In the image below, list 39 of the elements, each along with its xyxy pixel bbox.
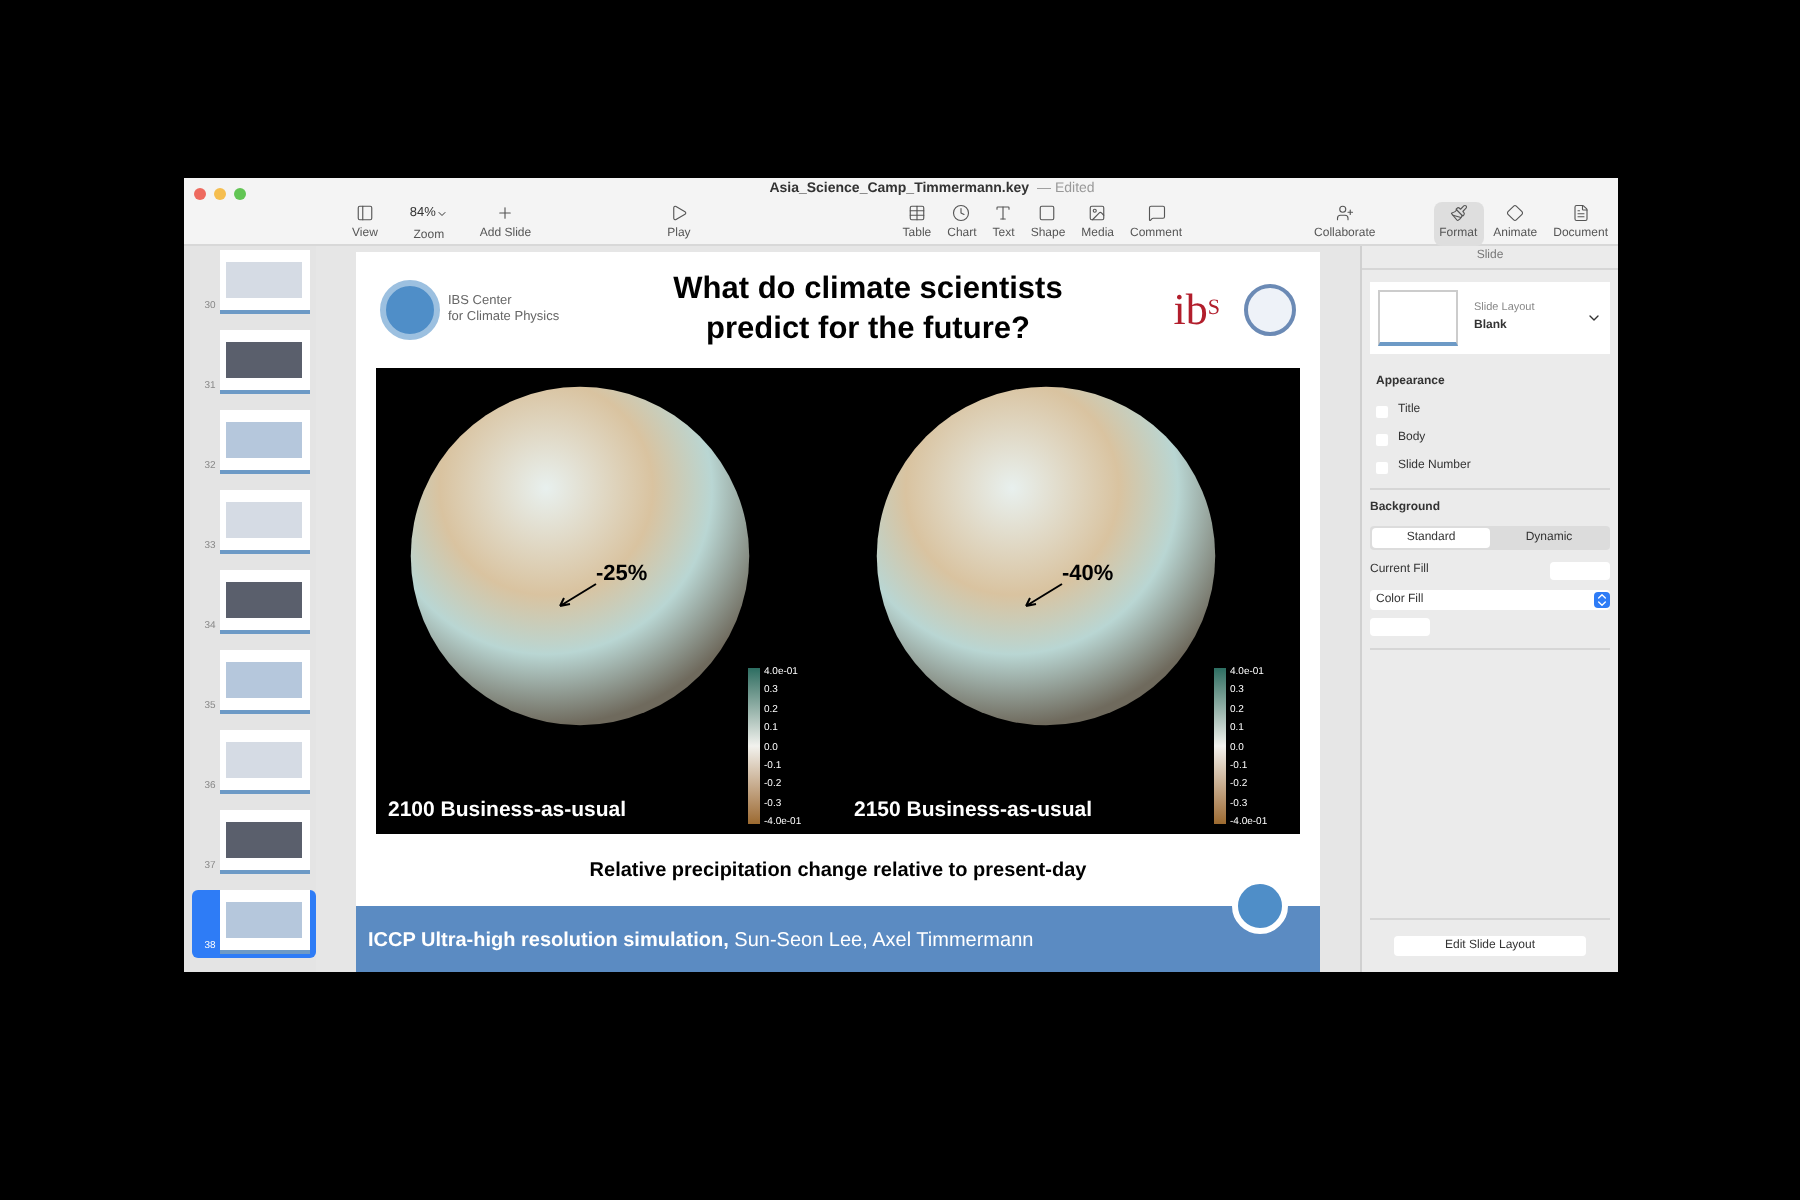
thumbnail-picture — [226, 902, 303, 938]
play-icon — [669, 204, 688, 223]
caret-icon — [435, 207, 448, 220]
plus-icon — [496, 204, 515, 222]
seal-icon — [1244, 284, 1296, 336]
square-icon — [1038, 204, 1057, 223]
ibs-logo: ib$^{S}$ — [1173, 288, 1220, 332]
thumbnail-picture — [226, 262, 303, 298]
person-plus-icon — [1335, 204, 1354, 223]
paintbrush-icon — [1449, 204, 1468, 223]
change-label: -25% — [596, 560, 648, 590]
table-icon — [907, 204, 926, 223]
panel-label: 2150 Business-as-usual — [854, 796, 1093, 827]
footer-text: ICCP Ultra-high resolution simulation, Sun-Seon Lee, Axel Timmermann — [368, 927, 1034, 955]
text-box-icon — [994, 204, 1013, 223]
slide-title: predict for the future? — [706, 310, 1030, 350]
thumbnail-picture — [226, 822, 303, 858]
sidebar-icon — [355, 204, 374, 222]
thumbnail-picture — [226, 422, 303, 458]
change-label: -40% — [1062, 560, 1114, 590]
diamond-icon — [1506, 204, 1525, 223]
layout-thumbnail — [1378, 290, 1458, 346]
logo-icon — [380, 280, 440, 340]
stepper-icon — [1594, 592, 1610, 608]
thumbnail-picture — [226, 662, 303, 698]
minimize-window-icon[interactable] — [214, 188, 226, 200]
panel-label: 2100 Business-as-usual — [388, 796, 627, 827]
chevron-icon — [1586, 310, 1602, 326]
thumbnail-picture — [226, 742, 303, 778]
thumbnail-picture — [226, 502, 303, 538]
close-window-icon[interactable] — [194, 188, 206, 200]
thumbnail-picture — [226, 582, 303, 618]
zoom-window-icon[interactable] — [234, 188, 246, 200]
image-icon — [1088, 204, 1107, 223]
document-icon — [1571, 204, 1590, 223]
comment-icon — [1147, 204, 1166, 223]
slide-title: What do climate scientists — [673, 270, 1063, 310]
thumbnail-picture — [226, 342, 303, 378]
caption: Relative precipitation change relative to present-day — [589, 857, 1087, 885]
